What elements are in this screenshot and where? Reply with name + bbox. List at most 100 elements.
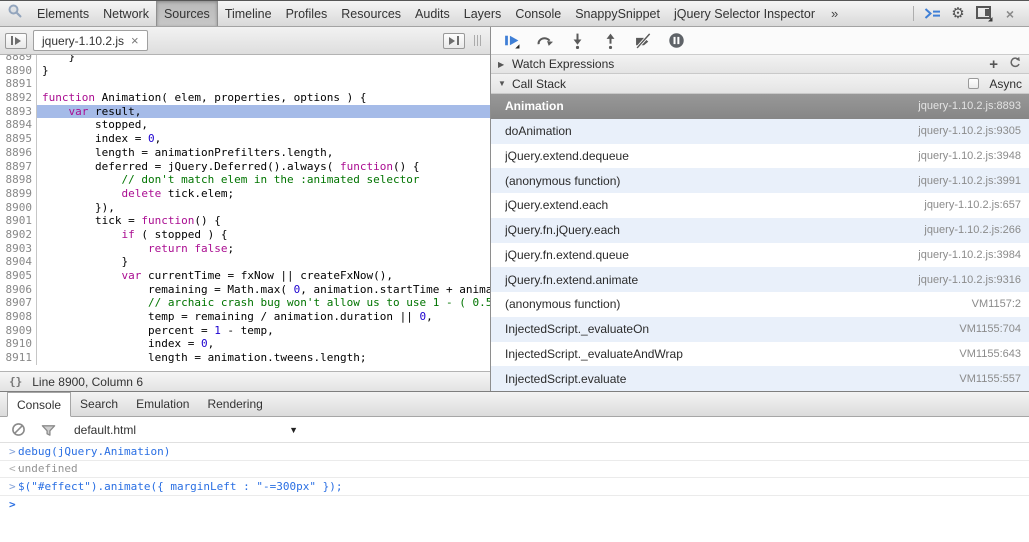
stack-frame-jquery-fn-jquery-each[interactable]: jQuery.fn.jQuery.eachjquery-1.10.2.js:26… xyxy=(491,218,1029,243)
code-text[interactable]: function Animation( elem, properties, op… xyxy=(37,91,490,105)
stack-frame-injectedscript-evaluateon[interactable]: InjectedScript._evaluateOnVM1155:704 xyxy=(491,317,1029,342)
code-text[interactable]: if ( stopped ) { xyxy=(37,228,490,242)
code-text[interactable]: stopped, xyxy=(37,118,490,132)
stack-frame-jquery-fn-extend-animate[interactable]: jQuery.fn.extend.animatejquery-1.10.2.js… xyxy=(491,267,1029,292)
code-text[interactable]: }), xyxy=(37,201,490,215)
step-into-button[interactable] xyxy=(568,32,586,50)
line-number[interactable]: 8899 xyxy=(0,187,37,201)
pretty-print-icon[interactable]: {} xyxy=(9,375,22,388)
code-editor[interactable]: 8889 }8890}88918892function Animation( e… xyxy=(0,55,490,371)
code-text[interactable]: tick = function() { xyxy=(37,214,490,228)
file-tab-jquery[interactable]: jquery-1.10.2.js × xyxy=(33,30,148,51)
inspect-element-button[interactable] xyxy=(0,1,30,26)
line-number[interactable]: 8890 xyxy=(0,64,37,78)
stack-frame-jquery-fn-extend-queue[interactable]: jQuery.fn.extend.queuejquery-1.10.2.js:3… xyxy=(491,243,1029,268)
stack-frame-jquery-extend-dequeue[interactable]: jQuery.extend.dequeuejquery-1.10.2.js:39… xyxy=(491,144,1029,169)
drawer-tab-emulation[interactable]: Emulation xyxy=(127,392,198,416)
toolbar-tab-console[interactable]: Console xyxy=(508,1,568,26)
toolbar-tab-sources[interactable]: Sources xyxy=(156,1,218,26)
show-debugger-sidebar-button[interactable] xyxy=(443,33,465,49)
stack-frame-animation[interactable]: Animationjquery-1.10.2.js:8893 xyxy=(491,94,1029,119)
toolbar-tab-snappysnippet[interactable]: SnappySnippet xyxy=(568,1,667,26)
code-text[interactable]: delete tick.elem; xyxy=(37,187,490,201)
console-prompt[interactable]: > xyxy=(0,496,1029,514)
console-drawer-icon[interactable] xyxy=(919,7,945,20)
code-text[interactable]: } xyxy=(37,55,490,64)
drawer-tab-console[interactable]: Console xyxy=(7,392,71,417)
code-text[interactable]: index = 0, xyxy=(37,337,490,351)
line-number[interactable]: 8903 xyxy=(0,242,37,256)
tab-overflow-chevron[interactable]: » xyxy=(822,1,847,26)
deactivate-breakpoints-button[interactable] xyxy=(634,32,652,50)
call-stack-header[interactable]: ▼ Call Stack Async xyxy=(491,74,1029,94)
toolbar-tab-resources[interactable]: Resources xyxy=(334,1,408,26)
resume-button[interactable] xyxy=(502,32,520,50)
drawer-tab-search[interactable]: Search xyxy=(71,392,127,416)
line-number[interactable]: 8906 xyxy=(0,283,37,297)
stack-frame-anonymous-function[interactable]: (anonymous function)VM1157:2 xyxy=(491,292,1029,317)
stack-frame-injectedscript-evaluate[interactable]: InjectedScript.evaluateVM1155:557 xyxy=(491,366,1029,391)
dock-side-icon[interactable] xyxy=(971,6,997,22)
code-text[interactable]: percent = 1 - temp, xyxy=(37,324,490,338)
stack-frame-anonymous-function[interactable]: (anonymous function)jquery-1.10.2.js:399… xyxy=(491,168,1029,193)
line-number[interactable]: 8908 xyxy=(0,310,37,324)
line-number[interactable]: 8905 xyxy=(0,269,37,283)
drawer-tab-rendering[interactable]: Rendering xyxy=(198,392,271,416)
clear-console-icon[interactable] xyxy=(11,422,26,437)
code-text[interactable]: // don't match elem in the :animated sel… xyxy=(37,173,490,187)
code-text[interactable]: deferred = jQuery.Deferred().always( fun… xyxy=(37,160,490,174)
stack-frame-doanimation[interactable]: doAnimationjquery-1.10.2.js:9305 xyxy=(491,119,1029,144)
pause-on-exceptions-button[interactable] xyxy=(667,32,685,50)
line-number[interactable]: 8902 xyxy=(0,228,37,242)
code-text[interactable]: var currentTime = fxNow || createFxNow()… xyxy=(37,269,490,283)
line-number[interactable]: 8901 xyxy=(0,214,37,228)
close-devtools-icon[interactable]: × xyxy=(997,7,1023,21)
toolbar-tab-elements[interactable]: Elements xyxy=(30,1,96,26)
code-text[interactable]: // archaic crash bug won't allow us to u… xyxy=(37,296,490,310)
line-number[interactable]: 8896 xyxy=(0,146,37,160)
code-text[interactable]: } xyxy=(37,64,490,78)
line-number[interactable]: 8892 xyxy=(0,91,37,105)
code-text[interactable]: return false; xyxy=(37,242,490,256)
step-over-button[interactable] xyxy=(535,32,553,50)
toolbar-tab-layers[interactable]: Layers xyxy=(457,1,509,26)
line-number[interactable]: 8897 xyxy=(0,160,37,174)
line-number[interactable]: 8909 xyxy=(0,324,37,338)
panel-splitter-handle-icon[interactable] xyxy=(474,35,481,46)
code-text[interactable]: remaining = Math.max( 0, animation.start… xyxy=(37,283,490,297)
execution-context-selector[interactable]: default.html ▼ xyxy=(74,423,298,437)
code-text[interactable]: var result, xyxy=(37,105,490,119)
code-text[interactable]: length = animation.tweens.length; xyxy=(37,351,490,365)
line-number[interactable]: 8900 xyxy=(0,201,37,215)
code-text[interactable]: length = animationPrefilters.length, xyxy=(37,146,490,160)
line-number[interactable]: 8904 xyxy=(0,255,37,269)
step-out-button[interactable] xyxy=(601,32,619,50)
code-text[interactable]: temp = remaining / animation.duration ||… xyxy=(37,310,490,324)
line-number[interactable]: 8910 xyxy=(0,337,37,351)
line-number[interactable]: 8894 xyxy=(0,118,37,132)
refresh-watch-icon[interactable] xyxy=(1008,56,1022,73)
file-tab-close-icon[interactable]: × xyxy=(131,34,139,47)
console-messages[interactable]: >debug(jQuery.Animation)<·undefined>$("#… xyxy=(0,443,1029,542)
stack-frame-jquery-extend-each[interactable]: jQuery.extend.eachjquery-1.10.2.js:657 xyxy=(491,193,1029,218)
code-text[interactable]: } xyxy=(37,255,490,269)
stack-frame-injectedscript-evaluateandwrap[interactable]: InjectedScript._evaluateAndWrapVM1155:64… xyxy=(491,342,1029,367)
line-number[interactable]: 8911 xyxy=(0,351,37,365)
async-checkbox[interactable] xyxy=(968,78,979,89)
line-number[interactable]: 8891 xyxy=(0,77,37,91)
toolbar-tab-audits[interactable]: Audits xyxy=(408,1,457,26)
toolbar-tab-profiles[interactable]: Profiles xyxy=(279,1,335,26)
filter-funnel-icon[interactable] xyxy=(41,423,56,437)
line-number[interactable]: 8889 xyxy=(0,55,37,64)
add-watch-expression-icon[interactable]: + xyxy=(989,57,998,72)
code-text[interactable] xyxy=(37,77,490,91)
code-text[interactable]: index = 0, xyxy=(37,132,490,146)
line-number[interactable]: 8895 xyxy=(0,132,37,146)
line-number[interactable]: 8893 xyxy=(0,105,37,119)
line-number[interactable]: 8898 xyxy=(0,173,37,187)
toolbar-tab-jquery-selector-inspector[interactable]: jQuery Selector Inspector xyxy=(667,1,822,26)
line-number[interactable]: 8907 xyxy=(0,296,37,310)
show-navigator-button[interactable] xyxy=(5,33,27,49)
watch-expressions-header[interactable]: ▶ Watch Expressions + xyxy=(491,55,1029,74)
settings-gear-icon[interactable]: ⚙ xyxy=(945,6,971,21)
